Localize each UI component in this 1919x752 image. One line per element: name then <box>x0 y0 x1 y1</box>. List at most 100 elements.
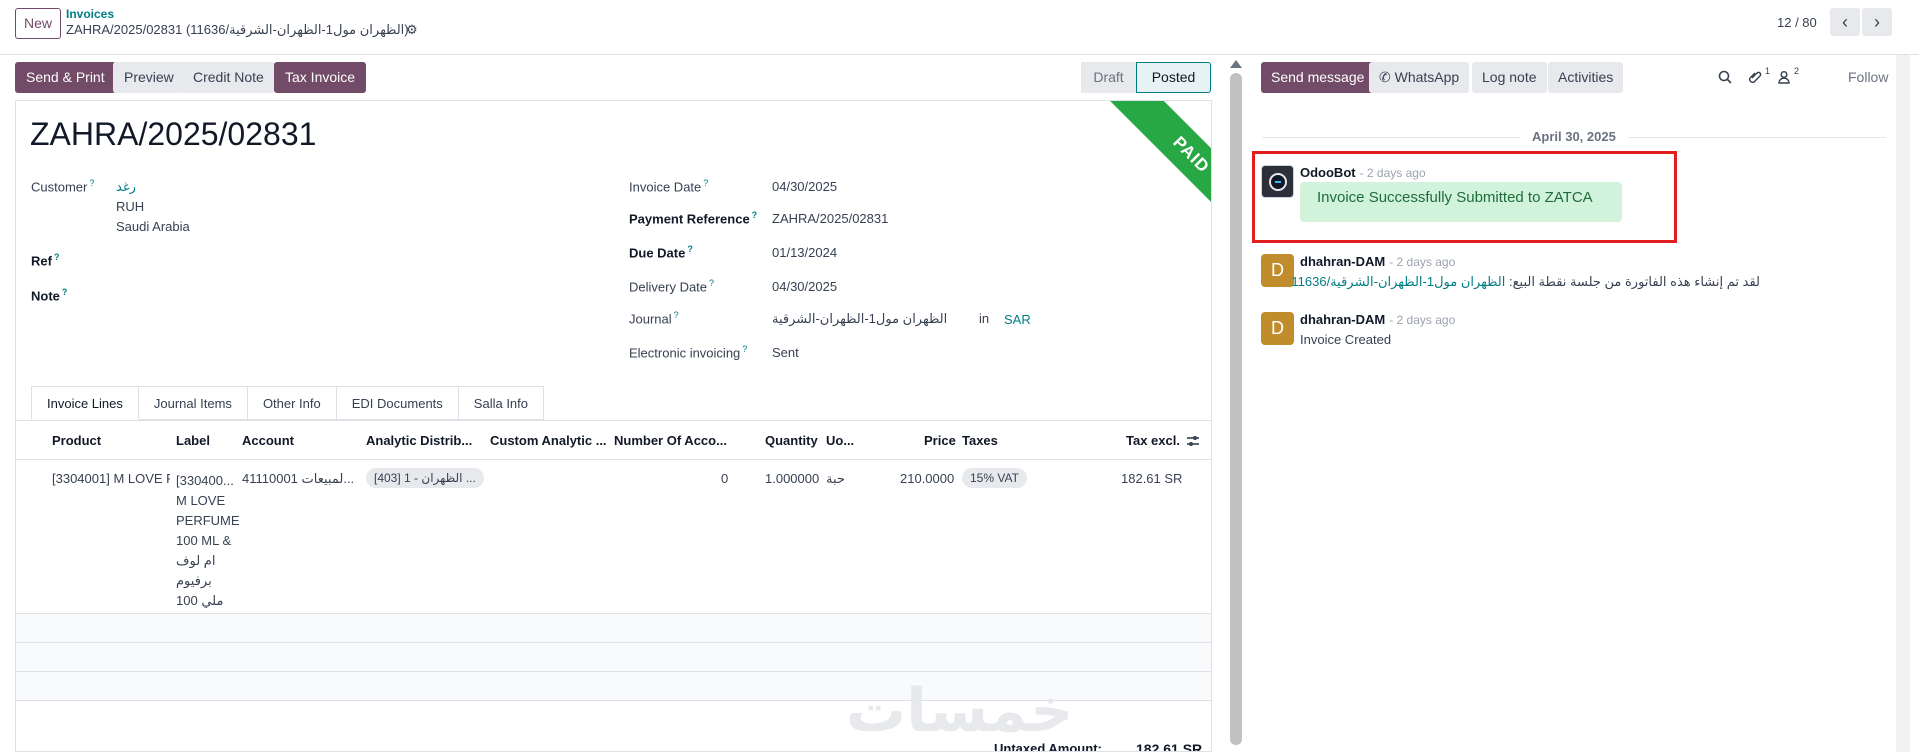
invoice-title: ZAHRA/2025/02831 <box>30 116 317 152</box>
col-analytic-distribution[interactable]: Analytic Distrib... <box>366 433 472 448</box>
row-account[interactable]: 41110001 لمبيعات... <box>242 471 354 487</box>
invoice-date-label: Invoice Date? <box>629 178 709 195</box>
customer-name-link[interactable]: رغد <box>116 179 136 195</box>
col-tax-excluded[interactable]: Tax excl. <box>1126 433 1180 448</box>
message-author: dhahran-DAM - 2 days ago <box>1300 312 1456 327</box>
col-quantity[interactable]: Quantity <box>765 433 818 448</box>
message-time: - 2 days ago <box>1389 313 1456 327</box>
row-label-line: 100 ملي <box>176 593 224 608</box>
send-message-button[interactable]: Send message <box>1261 62 1375 93</box>
tab-other-info[interactable]: Other Info <box>247 386 337 420</box>
paperclip-icon[interactable] <box>1748 70 1762 87</box>
form-scrollbar[interactable] <box>1230 73 1242 745</box>
row-label-cell[interactable]: [330400... M LOVE PERFUME 100 ML & ام لو… <box>176 471 240 611</box>
status-draft[interactable]: Draft <box>1081 62 1136 93</box>
notebook-tabs: Invoice Lines Journal Items Other Info E… <box>31 386 544 420</box>
attachments-count: 1 <box>1765 66 1771 76</box>
row-analytic-tag[interactable]: [403] الظهران - 1 ... <box>366 468 484 488</box>
new-button[interactable]: New <box>15 8 61 39</box>
tab-edi-documents[interactable]: EDI Documents <box>336 386 459 420</box>
journal-field[interactable]: الظهران مول1-الظهران-الشرقية <box>772 311 947 327</box>
electronic-invoicing-value: Sent <box>772 345 799 360</box>
ref-label: Ref? <box>31 252 60 269</box>
scroll-up-arrow-icon[interactable] <box>1230 60 1242 68</box>
breadcrumb-invoices-link[interactable]: Invoices <box>66 7 114 21</box>
highlight-annotation-box <box>1252 151 1677 243</box>
tab-salla-info[interactable]: Salla Info <box>458 386 544 420</box>
followers-count: 2 <box>1794 66 1800 76</box>
status-bar: Draft Posted <box>1081 62 1211 93</box>
invoice-date-field[interactable]: 04/30/2025 <box>772 179 837 194</box>
col-price[interactable]: Price <box>924 433 956 448</box>
send-print-button[interactable]: Send & Print <box>15 62 116 93</box>
follow-button[interactable]: Follow <box>1848 69 1888 85</box>
user-avatar[interactable]: D <box>1261 312 1294 345</box>
empty-row <box>16 614 1211 642</box>
journal-in-text: in <box>979 311 990 326</box>
watermark-logo: خمسات <box>846 677 1074 744</box>
empty-row <box>16 643 1211 671</box>
col-custom-analytic[interactable]: Custom Analytic ... <box>490 433 607 448</box>
electronic-invoicing-label: Electronic invoicing? <box>629 344 748 361</box>
payment-reference-field[interactable]: ZAHRA/2025/02831 <box>772 211 888 226</box>
date-separator: April 30, 2025 <box>1520 129 1628 144</box>
customer-label: Customer? <box>31 178 95 195</box>
row-label-line: M LOVE <box>176 493 226 508</box>
tab-journal-items[interactable]: Journal Items <box>138 386 248 420</box>
col-product[interactable]: Product <box>52 433 101 448</box>
followers-icon[interactable] <box>1777 70 1791 87</box>
tabs-divider <box>16 420 1211 421</box>
chevron-left-icon: ‹ <box>1842 12 1848 32</box>
gear-icon[interactable]: ⚙ <box>406 22 418 38</box>
row-label-line: برفيوم <box>176 573 212 588</box>
status-posted[interactable]: Posted <box>1136 62 1211 93</box>
tax-invoice-button[interactable]: Tax Invoice <box>274 62 367 93</box>
due-date-field[interactable]: 01/13/2024 <box>772 245 837 260</box>
row-product-link[interactable]: [3304001] M LOVE P <box>52 471 170 486</box>
row-label-line: 100 ML & <box>176 533 232 548</box>
row-number-of-accounts[interactable]: 0 <box>721 471 728 486</box>
chatter-scrollbar[interactable] <box>1896 55 1910 752</box>
whatsapp-icon: ✆ <box>1379 69 1395 85</box>
col-taxes[interactable]: Taxes <box>962 433 998 448</box>
message-body: Invoice Created <box>1300 332 1392 347</box>
message-body: لقد تم إنشاء هذه الفاتورة من جلسة نقطة ا… <box>1291 274 1760 289</box>
journal-label: Journal? <box>629 310 679 327</box>
tab-invoice-lines[interactable]: Invoice Lines <box>31 386 139 420</box>
activities-button[interactable]: Activities <box>1548 62 1624 93</box>
optional-columns-icon[interactable] <box>1186 434 1200 451</box>
customer-city: RUH <box>116 199 145 214</box>
whatsapp-button[interactable]: ✆ WhatsApp <box>1369 62 1470 93</box>
row-price[interactable]: 210.0000 <box>900 471 954 486</box>
delivery-date-label: Delivery Date? <box>629 278 715 295</box>
row-uom[interactable]: حبة <box>826 471 845 487</box>
pager-value[interactable]: 12 / 80 <box>1777 15 1817 30</box>
currency-link[interactable]: SAR <box>1004 312 1031 327</box>
customer-country: Saudi Arabia <box>116 219 190 234</box>
row-label-line: ام لوف <box>176 553 216 568</box>
pos-session-link[interactable]: الظهران مول1-الظهران-الشرقية/11636 <box>1291 274 1505 289</box>
row-quantity[interactable]: 1.000000 <box>765 471 819 486</box>
col-label[interactable]: Label <box>176 433 210 448</box>
pager-previous-button[interactable]: ‹ <box>1830 8 1860 36</box>
breadcrumb-current: ZAHRA/2025/02831 (الظهران مول1-الظهران-ا… <box>66 22 409 37</box>
row-tax-excluded: 182.61 SR <box>1121 471 1183 486</box>
preview-button[interactable]: Preview <box>113 62 185 93</box>
untaxed-amount-label: Untaxed Amount: <box>994 741 1102 752</box>
col-number-of-accounts[interactable]: Number Of Acco... <box>614 433 727 448</box>
row-tax-tag[interactable]: 15% VAT <box>962 468 1027 488</box>
paid-ribbon: PAID <box>1076 101 1211 238</box>
log-note-button[interactable]: Log note <box>1472 62 1547 93</box>
paid-ribbon-text: PAID <box>1099 101 1211 238</box>
credit-note-button[interactable]: Credit Note <box>182 62 275 93</box>
untaxed-amount-value: 182.61 SR <box>1136 741 1203 752</box>
note-label: Note? <box>31 287 68 304</box>
user-avatar[interactable]: D <box>1261 254 1294 287</box>
delivery-date-field[interactable]: 04/30/2025 <box>772 279 837 294</box>
message-time: - 2 days ago <box>1389 255 1456 269</box>
search-icon[interactable] <box>1718 70 1732 87</box>
col-account[interactable]: Account <box>242 433 294 448</box>
col-uom[interactable]: Uo... <box>826 433 854 448</box>
due-date-label: Due Date? <box>629 244 693 261</box>
pager-next-button[interactable]: › <box>1862 8 1892 36</box>
